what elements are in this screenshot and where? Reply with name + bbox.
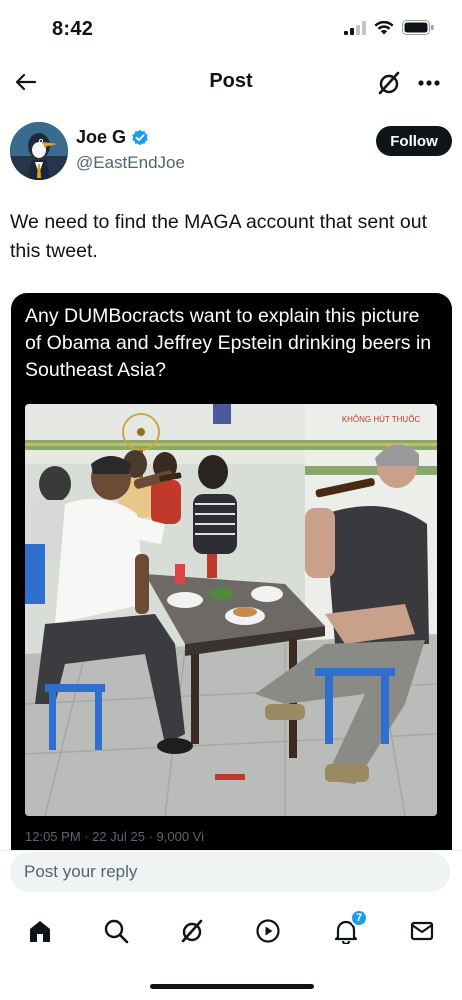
- mail-icon: [410, 921, 434, 941]
- home-indicator[interactable]: [150, 984, 314, 989]
- reply-bar: Post your reply: [0, 850, 462, 902]
- battery-icon: [402, 20, 434, 35]
- tab-home[interactable]: [22, 913, 58, 949]
- wifi-icon: [374, 20, 394, 34]
- follow-button[interactable]: Follow: [376, 126, 452, 156]
- avatar[interactable]: [10, 122, 68, 180]
- author-handle: @EastEndJoe: [76, 153, 185, 172]
- post-photo[interactable]: KHÔNG HÚT THUỐC: [25, 404, 437, 816]
- no-smoking-sign: KHÔNG HÚT THUỐC: [342, 414, 421, 424]
- signal-icon: [344, 20, 366, 35]
- post-metadata: 12:05 PM · 22 Jul 25 · 9,000 Vi: [25, 829, 204, 844]
- tab-grok[interactable]: [174, 913, 210, 949]
- tab-notifications[interactable]: 7: [328, 909, 368, 949]
- search-icon: [104, 919, 129, 944]
- post-author: Joe G @EastEndJoe Follow: [10, 118, 452, 182]
- restaurant-photo: KHÔNG HÚT THUỐC: [25, 404, 437, 816]
- post-media[interactable]: Any DUMBocracts want to explain this pic…: [11, 293, 452, 853]
- status-icons: [344, 20, 434, 35]
- tab-messages[interactable]: [404, 913, 440, 949]
- author-name[interactable]: Joe G: [76, 127, 149, 148]
- notifications-badge: 7: [350, 909, 368, 927]
- grok-icon: [181, 919, 203, 943]
- more-horizontal-icon: [418, 80, 440, 86]
- reply-input[interactable]: Post your reply: [10, 852, 450, 892]
- nav-bar: Post: [0, 60, 462, 106]
- grok-icon: [378, 71, 400, 95]
- post-text: We need to find the MAGA account that se…: [10, 211, 427, 262]
- bottom-tab-bar: 7: [0, 905, 462, 957]
- avatar-image: [10, 122, 68, 180]
- grok-button[interactable]: [374, 68, 404, 98]
- verified-badge-icon: [132, 129, 148, 145]
- author-name-text: Joe G: [76, 127, 127, 147]
- tab-video[interactable]: [250, 913, 286, 949]
- play-circle-icon: [256, 919, 280, 943]
- tab-search[interactable]: [98, 913, 134, 949]
- home-icon: [30, 921, 50, 942]
- more-options-button[interactable]: [414, 68, 444, 98]
- embedded-post-text: Any DUMBocracts want to explain this pic…: [25, 305, 432, 381]
- status-time: 8:42: [52, 18, 94, 40]
- status-bar: 8:42: [0, 0, 462, 60]
